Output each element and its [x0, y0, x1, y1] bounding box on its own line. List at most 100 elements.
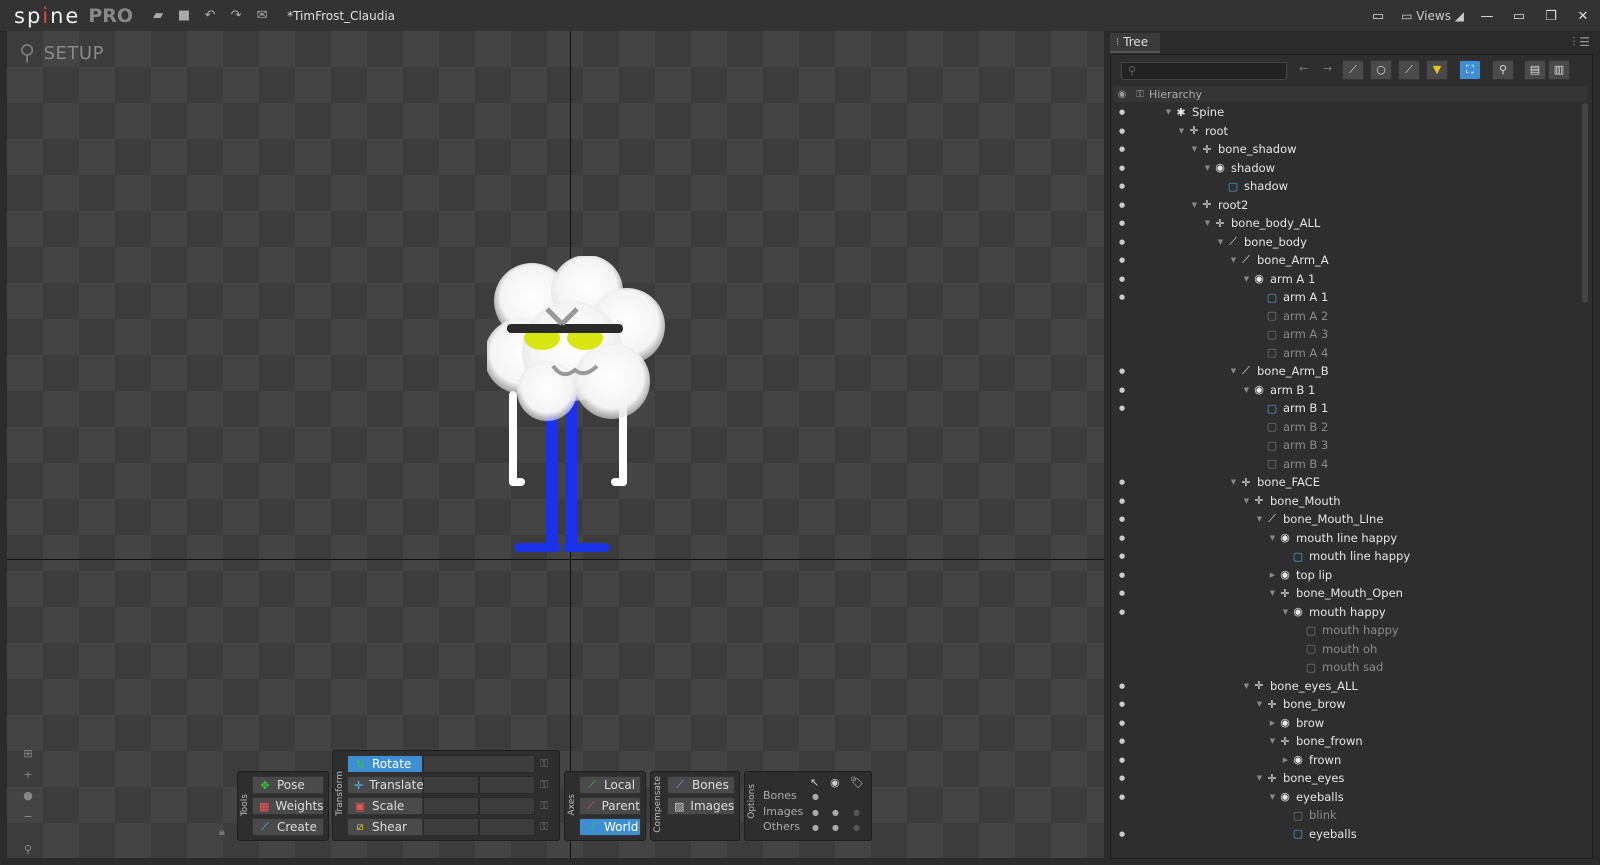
- visibility-dot-icon[interactable]: ●: [1113, 737, 1131, 745]
- zoom-slider[interactable]: ●: [19, 789, 37, 802]
- others-select-toggle[interactable]: ●: [812, 823, 819, 832]
- others-visibility-toggle[interactable]: ●: [832, 823, 839, 832]
- visibility-dot-icon[interactable]: ●: [1113, 164, 1131, 172]
- visibility-dot-icon[interactable]: ●: [1113, 127, 1131, 135]
- visibility-dot-icon[interactable]: ●: [1113, 238, 1131, 246]
- tree-row[interactable]: ● ▶ ◉ frown: [1113, 751, 1575, 770]
- expand-arrow-icon[interactable]: ▼: [1241, 275, 1252, 283]
- expand-arrow-icon[interactable]: ▼: [1254, 774, 1265, 782]
- expand-arrow-icon[interactable]: ▼: [1228, 256, 1239, 264]
- tab-tree[interactable]: ⁝ Tree: [1110, 33, 1160, 53]
- collapse-button[interactable]: ▤: [1524, 60, 1546, 80]
- tree-row[interactable]: ● ▼ ⟋ bone_Arm_B: [1113, 362, 1575, 381]
- tree-row[interactable]: ● ▶ ◉ top lip: [1113, 566, 1575, 585]
- export-icon[interactable]: ✉: [255, 8, 269, 23]
- visibility-dot-icon[interactable]: ●: [1113, 719, 1131, 727]
- tree-row[interactable]: ▢ arm B 4: [1113, 455, 1575, 474]
- translate-x-field[interactable]: [423, 776, 479, 794]
- save-icon[interactable]: ■: [177, 8, 191, 23]
- scale-button[interactable]: ▣ Scale: [347, 797, 423, 815]
- rotate-button[interactable]: ↻ Rotate: [347, 755, 423, 773]
- tree-row[interactable]: ● ▼ ✛ bone_body_ALL: [1113, 214, 1575, 233]
- axes-world-button[interactable]: ⟋ World: [579, 818, 641, 836]
- tree-row[interactable]: ● ▼ ✛ root: [1113, 122, 1575, 141]
- character-claudia[interactable]: [487, 256, 677, 556]
- tree-row[interactable]: ● ▼ ◉ mouth line happy: [1113, 529, 1575, 548]
- filter-bones-button[interactable]: ⟋: [1342, 60, 1364, 80]
- tree-row[interactable]: ● ▢ mouth line happy: [1113, 547, 1575, 566]
- filter-slots-button[interactable]: ○: [1370, 60, 1392, 80]
- tree-row[interactable]: ● ▼ ✱ Spine: [1113, 103, 1575, 122]
- weights-button[interactable]: ▦ Weights: [252, 797, 324, 815]
- shear-button[interactable]: ⧄ Shear: [347, 818, 423, 836]
- tree-row[interactable]: ▢ mouth oh: [1113, 640, 1575, 659]
- open-folder-icon[interactable]: ▰: [151, 8, 165, 23]
- shear-key-icon[interactable]: ⚿: [540, 820, 548, 834]
- expand-arrow-icon[interactable]: ▼: [1254, 515, 1265, 523]
- shear-x-field[interactable]: [423, 818, 479, 836]
- tree-row[interactable]: ● ▢ arm B 1: [1113, 399, 1575, 418]
- axes-local-button[interactable]: ⟋ Local: [579, 776, 641, 794]
- tree-row[interactable]: ● ▼ ◉ eyeballs: [1113, 788, 1575, 807]
- viewport[interactable]: ⚲ SETUP ⊞ + ● − ⚲ ⛶ 🔒︎ Tools ✥Pose ▦Weig…: [7, 31, 1104, 858]
- translate-button[interactable]: ✛ Translate: [347, 776, 424, 794]
- scale-y-field[interactable]: [479, 797, 535, 815]
- focus-selection-button[interactable]: ⛶: [1459, 60, 1481, 80]
- tree-row[interactable]: ▢ arm A 3: [1113, 325, 1575, 344]
- visibility-dot-icon[interactable]: ●: [1113, 108, 1131, 116]
- scale-key-icon[interactable]: ⚿: [540, 799, 548, 813]
- visibility-dot-icon[interactable]: ●: [1113, 497, 1131, 505]
- visibility-dot-icon[interactable]: ●: [1113, 830, 1131, 838]
- visibility-dot-icon[interactable]: ●: [1113, 571, 1131, 579]
- rotate-key-icon[interactable]: ⚿: [540, 757, 548, 771]
- maximize-button[interactable]: ▭: [1510, 9, 1528, 24]
- visibility-dot-icon[interactable]: ●: [1113, 219, 1131, 227]
- expand-arrow-icon[interactable]: ▼: [1176, 127, 1187, 135]
- visibility-dot-icon[interactable]: ●: [1113, 552, 1131, 560]
- visibility-dot-icon[interactable]: ●: [1113, 589, 1131, 597]
- expand-arrow-icon[interactable]: ▼: [1163, 108, 1174, 116]
- expand-arrow-icon[interactable]: ▼: [1267, 534, 1278, 542]
- layout-icon[interactable]: ▭: [1369, 9, 1387, 24]
- tree-row[interactable]: ● ▼ ✛ bone_eyes_ALL: [1113, 677, 1575, 696]
- tree-row[interactable]: ● ▼ ✛ bone_brow: [1113, 695, 1575, 714]
- images-names-toggle[interactable]: ●: [853, 808, 860, 817]
- expand-arrow-icon[interactable]: ▼: [1228, 367, 1239, 375]
- tree-row[interactable]: ▢ arm B 2: [1113, 418, 1575, 437]
- tree-row[interactable]: ▢ arm A 4: [1113, 344, 1575, 363]
- tree-row[interactable]: ▢ mouth sad: [1113, 658, 1575, 677]
- visibility-dot-icon[interactable]: ●: [1113, 478, 1131, 486]
- tree-row[interactable]: ● ▼ ⟋ bone_Mouth_LIne: [1113, 510, 1575, 529]
- visibility-dot-icon[interactable]: ●: [1113, 793, 1131, 801]
- collapsed-arrow-icon[interactable]: ▶: [1267, 719, 1278, 727]
- expand-arrow-icon[interactable]: ▼: [1189, 201, 1200, 209]
- visibility-dot-icon[interactable]: ●: [1113, 201, 1131, 209]
- tree-row[interactable]: ● ▼ ✛ bone_Mouth: [1113, 492, 1575, 511]
- bones-select-toggle[interactable]: ●: [812, 792, 819, 801]
- tree-row[interactable]: ▢ mouth happy: [1113, 621, 1575, 640]
- tree-row[interactable]: ● ▼ ◉ arm A 1: [1113, 270, 1575, 289]
- visibility-dot-icon[interactable]: ●: [1113, 256, 1131, 264]
- tree-row[interactable]: ● ▢ arm A 1: [1113, 288, 1575, 307]
- tree-row[interactable]: ● ▢ shadow: [1113, 177, 1575, 196]
- filter-constraints-button[interactable]: ⟋: [1398, 60, 1420, 80]
- lock-icon[interactable]: 🔒︎: [219, 825, 225, 839]
- tree-row[interactable]: ● ▼ ✛ bone_eyes: [1113, 769, 1575, 788]
- visibility-dot-icon[interactable]: ●: [1113, 404, 1131, 412]
- tree-row[interactable]: ▢ blink: [1113, 806, 1575, 825]
- nav-back-icon[interactable]: ←: [1299, 62, 1308, 75]
- panel-settings-icon[interactable]: ⫶ ☰: [1572, 35, 1590, 50]
- expand-arrow-icon[interactable]: ▼: [1280, 608, 1291, 616]
- expand-arrow-icon[interactable]: ▼: [1228, 478, 1239, 486]
- compensate-bones-button[interactable]: ⟋ Bones: [667, 776, 735, 794]
- visibility-dot-icon[interactable]: ●: [1113, 386, 1131, 394]
- visibility-dot-icon[interactable]: ●: [1113, 367, 1131, 375]
- tree-row[interactable]: ● ▼ ✛ root2: [1113, 196, 1575, 215]
- tree-row[interactable]: ● ▼ ◉ shadow: [1113, 159, 1575, 178]
- expand-arrow-icon[interactable]: ▼: [1241, 682, 1252, 690]
- expand-button[interactable]: ▥: [1548, 60, 1570, 80]
- snap-icon[interactable]: ⊞: [19, 747, 37, 760]
- tree-row[interactable]: ● ▼ ◉ mouth happy: [1113, 603, 1575, 622]
- collapsed-arrow-icon[interactable]: ▶: [1280, 756, 1291, 764]
- visibility-dot-icon[interactable]: ●: [1113, 756, 1131, 764]
